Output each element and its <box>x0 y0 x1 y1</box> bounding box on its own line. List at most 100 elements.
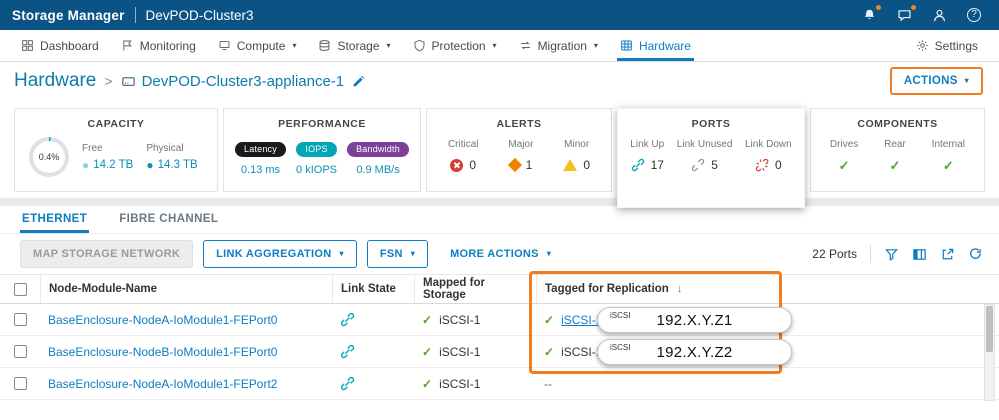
settings-label: Settings <box>935 39 978 53</box>
chevron-down-icon: ▾ <box>340 250 344 258</box>
capacity-card[interactable]: CAPACITY 0.4% Free ●14.2 TB Physical ●14… <box>14 108 218 192</box>
capacity-gauge: 0.4% <box>29 137 69 177</box>
performance-card[interactable]: PERFORMANCE Latency 0.13 ms IOPS 0 kIOPS… <box>223 108 421 192</box>
check-icon: ✓ <box>544 345 554 359</box>
nav-compute[interactable]: Compute ▾ <box>207 30 308 61</box>
actions-label: ACTIONS <box>904 75 958 87</box>
mapped-value: iSCSI-1 <box>439 345 480 359</box>
link-up-icon <box>340 312 355 327</box>
mapped-value: iSCSI-1 <box>439 313 480 327</box>
critical-icon <box>450 159 463 172</box>
nav-label: Migration <box>538 39 587 53</box>
ip-callout: iSCSI 192.X.Y.Z2 <box>597 339 792 365</box>
check-icon: ✓ <box>544 313 554 327</box>
nav-label: Compute <box>237 39 286 53</box>
scrollbar-thumb[interactable] <box>986 306 993 352</box>
capacity-physical-stat: Physical ●14.3 TB <box>146 143 197 171</box>
nav-monitoring[interactable]: Monitoring <box>110 30 207 61</box>
app-title: Storage Manager <box>12 8 125 23</box>
nav-hardware[interactable]: Hardware <box>609 30 702 61</box>
nav-protection[interactable]: Protection ▾ <box>402 30 508 61</box>
ports-card[interactable]: PORTS Link Up 17 Link Unused 5 Link Down <box>617 108 805 208</box>
ip-callout: iSCSI 192.X.Y.Z1 <box>597 307 792 333</box>
col-tagged-for-replication[interactable]: Tagged for Replication ↓ <box>536 275 999 303</box>
check-icon: ✓ <box>422 313 432 327</box>
user-icon[interactable] <box>930 6 948 24</box>
check-icon: ✓ <box>943 158 954 174</box>
col-link-state[interactable]: Link State <box>332 275 414 303</box>
select-all-checkbox[interactable] <box>14 283 27 296</box>
breadcrumb-hardware-link[interactable]: Hardware <box>14 70 96 92</box>
hardware-grid-icon <box>620 39 633 52</box>
notifications-bell-icon[interactable] <box>860 6 878 24</box>
col-node-module-name[interactable]: Node-Module-Name <box>40 275 332 303</box>
row-checkbox[interactable] <box>14 377 27 390</box>
protocol-label: iSCSI <box>610 343 630 352</box>
chevron-down-icon: ▾ <box>387 42 391 50</box>
compute-icon <box>218 39 231 52</box>
storage-icon <box>318 39 331 52</box>
summary-cards: CAPACITY 0.4% Free ●14.2 TB Physical ●14… <box>0 100 999 192</box>
nav-migration[interactable]: Migration ▾ <box>508 30 609 61</box>
hardware-detail-content: ETHERNET FIBRE CHANNEL MAP STORAGE NETWO… <box>0 206 999 400</box>
tab-ethernet[interactable]: ETHERNET <box>20 213 89 233</box>
export-icon[interactable] <box>940 247 955 262</box>
vertical-scrollbar[interactable] <box>984 304 995 401</box>
actions-button[interactable]: ACTIONS ▾ <box>890 67 983 95</box>
nav-settings[interactable]: Settings <box>905 30 989 61</box>
help-icon[interactable]: ? <box>965 6 983 24</box>
port-type-tabs: ETHERNET FIBRE CHANNEL <box>0 206 999 234</box>
check-icon: ✓ <box>422 345 432 359</box>
row-checkbox[interactable] <box>14 345 27 358</box>
card-title: COMPONENTS <box>811 118 984 130</box>
col-mapped-for-storage[interactable]: Mapped for Storage <box>414 275 536 303</box>
physical-dot-icon: ● <box>146 159 153 171</box>
chevron-down-icon: ▾ <box>594 42 598 50</box>
map-storage-network-button[interactable]: MAP STORAGE NETWORK <box>20 240 193 268</box>
columns-icon[interactable] <box>912 247 927 262</box>
card-title: CAPACITY <box>15 118 217 130</box>
port-name-link[interactable]: BaseEnclosure-NodeA-IoModule1-FEPort2 <box>48 377 277 391</box>
migration-arrows-icon <box>519 39 532 52</box>
table-row: BaseEnclosure-NodeB-IoModule1-FEPort0 ✓ i… <box>0 336 999 368</box>
link-aggregation-button[interactable]: LINK AGGREGATION ▾ <box>203 240 357 268</box>
major-alerts: Major 1 <box>508 139 533 172</box>
components-card[interactable]: COMPONENTS Drives ✓ Rear ✓ Internal ✓ <box>810 108 985 192</box>
cluster-name: DevPOD-Cluster3 <box>146 8 254 23</box>
nav-storage[interactable]: Storage ▾ <box>307 30 401 61</box>
more-actions-button[interactable]: MORE ACTIONS ▾ <box>438 241 563 267</box>
port-name-link[interactable]: BaseEnclosure-NodeA-IoModule1-FEPort0 <box>48 313 277 327</box>
link-unused-stat: Link Unused 5 <box>677 139 733 172</box>
free-dot-icon: ● <box>82 159 89 171</box>
alerts-card[interactable]: ALERTS Critical 0 Major 1 Minor 0 <box>426 108 612 192</box>
topbar-branding: Storage Manager DevPOD-Cluster3 <box>12 7 254 23</box>
link-up-icon <box>340 376 355 391</box>
latency-metric: Latency 0.13 ms <box>235 139 286 176</box>
row-checkbox[interactable] <box>14 313 27 326</box>
rear-status: Rear ✓ <box>884 139 906 174</box>
minor-icon <box>563 159 577 171</box>
tab-fibre-channel[interactable]: FIBRE CHANNEL <box>117 213 220 233</box>
ports-table: Node-Module-Name Link State Mapped for S… <box>0 274 999 400</box>
breadcrumb: Hardware > DevPOD-Cluster3-appliance-1 A… <box>0 62 999 100</box>
edit-pencil-icon[interactable] <box>352 75 365 88</box>
filter-icon[interactable] <box>884 247 899 262</box>
link-up-icon <box>631 158 645 172</box>
nav-label: Protection <box>432 39 486 53</box>
refresh-icon[interactable] <box>968 247 983 262</box>
breadcrumb-separator: > <box>104 73 112 89</box>
capacity-gauge-value: 0.4% <box>33 141 65 173</box>
sort-desc-icon[interactable]: ↓ <box>677 283 683 295</box>
mapped-value: iSCSI-1 <box>439 377 480 391</box>
messages-icon[interactable] <box>895 6 913 24</box>
title-separator <box>135 7 136 23</box>
link-up-icon <box>340 344 355 359</box>
section-divider <box>0 198 999 206</box>
nav-items: Dashboard Monitoring Compute ▾ Storage ▾… <box>10 30 702 61</box>
port-name-link[interactable]: BaseEnclosure-NodeB-IoModule1-FEPort0 <box>48 345 277 359</box>
link-down-stat: Link Down 0 <box>745 139 792 172</box>
breadcrumb-current: DevPOD-Cluster3-appliance-1 <box>142 73 345 90</box>
toolbar-right: 22 Ports <box>812 245 983 263</box>
fsn-button[interactable]: FSN ▾ <box>367 240 428 268</box>
nav-dashboard[interactable]: Dashboard <box>10 30 110 61</box>
